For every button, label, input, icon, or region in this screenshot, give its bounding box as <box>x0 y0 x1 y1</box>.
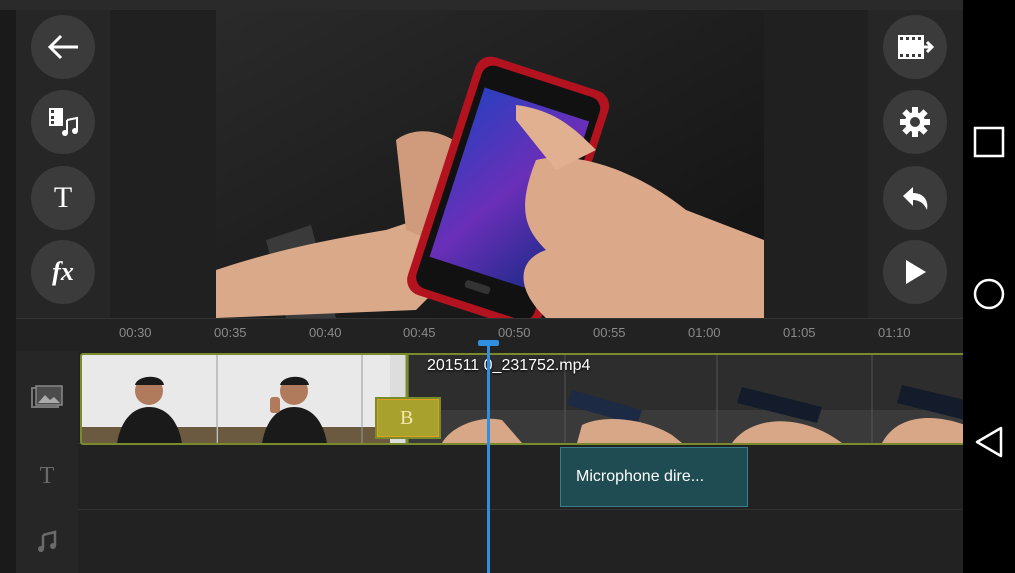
triangle-back-icon <box>975 426 1003 458</box>
effects-button[interactable]: fx <box>31 240 95 304</box>
timeline-tracks[interactable]: B 201511 0_231752.mp4 Microphone dire... <box>78 351 967 573</box>
preview-letterbox-left <box>110 10 216 318</box>
film-music-icon <box>49 108 78 136</box>
square-icon <box>973 126 1005 158</box>
audio-track-header[interactable] <box>16 509 78 573</box>
video-track-header[interactable] <box>16 351 78 443</box>
video-editor-app: T fx 00:30 00:35 00:40 00:45 00:50 00:55… <box>0 0 1015 573</box>
ruler-label: 00:40 <box>309 325 342 340</box>
ruler-label: 00:35 <box>214 325 247 340</box>
export-button[interactable] <box>883 15 947 79</box>
film-export-icon <box>898 35 934 59</box>
undo-icon <box>903 187 928 210</box>
ruler-label: 01:00 <box>688 325 721 340</box>
ruler-label: 00:50 <box>498 325 531 340</box>
text-track-header[interactable]: T <box>16 443 78 509</box>
playhead[interactable] <box>487 340 490 573</box>
fx-icon: fx <box>52 257 74 286</box>
preview-frame-image <box>216 10 764 318</box>
text-clip[interactable]: Microphone dire... <box>560 447 748 507</box>
image-track-icon <box>31 385 63 408</box>
track-divider <box>78 509 963 510</box>
left-edge <box>0 10 16 573</box>
ruler-label: 01:10 <box>878 325 911 340</box>
circle-icon <box>973 278 1005 310</box>
back-nav-button[interactable] <box>963 425 1015 459</box>
arrow-left-icon <box>47 34 78 60</box>
ruler-label: 00:30 <box>119 325 152 340</box>
play-icon <box>906 260 926 284</box>
back-button[interactable] <box>31 15 95 79</box>
settings-button[interactable] <box>883 90 947 154</box>
top-bar <box>0 0 963 10</box>
text-T-icon: T <box>53 181 73 214</box>
android-navigation-bar <box>963 0 1015 573</box>
home-button[interactable] <box>963 277 1015 311</box>
text-clip-label: Microphone dire... <box>576 468 705 485</box>
gear-icon <box>900 107 930 137</box>
right-toolbar <box>868 10 963 318</box>
ruler-label: 00:45 <box>403 325 436 340</box>
left-toolbar: T fx <box>16 10 110 318</box>
transition-icon[interactable]: B <box>400 407 413 430</box>
video-preview[interactable] <box>216 10 764 318</box>
ruler-label: 00:55 <box>593 325 626 340</box>
play-button[interactable] <box>883 240 947 304</box>
ruler-label: 01:05 <box>783 325 816 340</box>
text-track-icon: T <box>39 462 55 489</box>
video-clip[interactable]: B 201511 0_231752.mp4 <box>80 353 967 445</box>
recents-button[interactable] <box>963 126 1015 158</box>
preview-letterbox-right <box>764 10 868 318</box>
add-text-button[interactable]: T <box>31 166 95 230</box>
media-browser-button[interactable] <box>31 90 95 154</box>
clip-filename: 201511 0_231752.mp4 <box>427 357 591 374</box>
track-headers: T <box>16 351 78 573</box>
music-track-icon <box>38 530 57 552</box>
undo-button[interactable] <box>883 166 947 230</box>
